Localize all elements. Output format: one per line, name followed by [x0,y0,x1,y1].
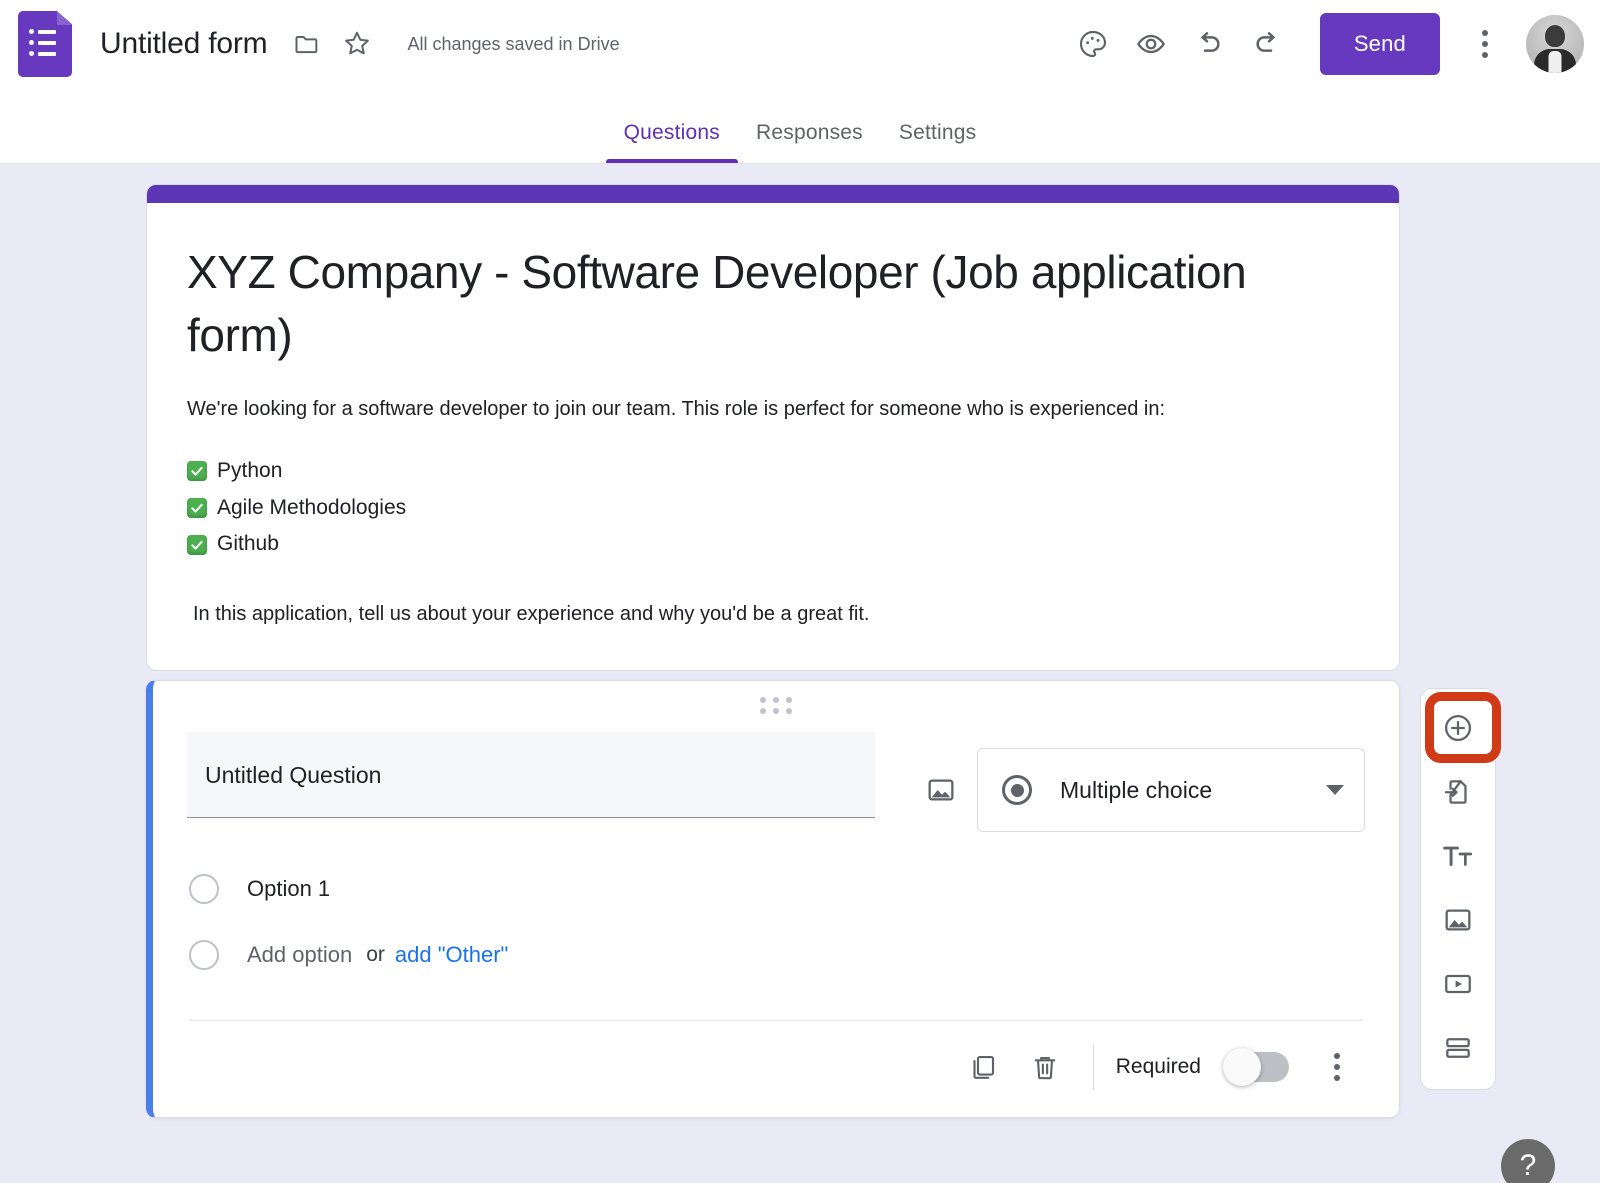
white-heavy-check-mark-icon [187,498,207,519]
more-vertical-icon[interactable] [1458,17,1512,71]
import-questions-icon[interactable] [1431,765,1485,819]
copy-icon[interactable] [955,1039,1011,1095]
add-image-icon[interactable] [1431,893,1485,947]
add-video-icon[interactable] [1431,957,1485,1011]
add-circle-icon[interactable] [1431,701,1485,755]
question-title-wrap [187,732,875,818]
tab-settings[interactable]: Settings [881,121,994,163]
image-icon[interactable] [913,762,969,818]
radio-outline-icon [189,940,219,970]
white-heavy-check-mark-icon [187,461,207,482]
radio-button-icon [1002,775,1032,805]
required-toggle[interactable] [1223,1048,1289,1086]
list-item: Github [187,526,1359,563]
google-forms-editor: Untitled form All changes saved in Drive [0,0,1600,1183]
top-app-bar: Untitled form All changes saved in Drive [0,0,1600,88]
send-button[interactable]: Send [1319,13,1440,75]
option-label[interactable]: Option 1 [247,876,330,902]
question-title-input[interactable] [187,732,875,818]
footer-separator [1092,1044,1094,1090]
form-header-card[interactable]: XYZ Company - Software Developer (Job ap… [146,184,1400,672]
skill-label: Agile Methodologies [217,495,407,519]
google-forms-icon[interactable] [18,11,72,77]
redo-icon[interactable] [1240,17,1294,71]
question-type-wrap: Multiple choice [977,748,1365,832]
drag-handle-dots-icon[interactable] [153,681,1399,714]
folder-icon[interactable] [287,24,327,64]
or-label: or [366,943,385,966]
list-item: Agile Methodologies [187,490,1359,527]
add-item-toolbar [1420,688,1496,1090]
add-option-row[interactable]: Add option or add "Other" [153,940,1399,970]
skill-label: Github [217,532,279,556]
skill-label: Python [217,458,283,482]
eye-icon[interactable] [1124,17,1178,71]
top-bar-actions: Send [1066,0,1584,88]
theme-stripe [147,185,1399,203]
document-title[interactable]: Untitled form [100,27,268,61]
form-description-closing[interactable]: In this application, tell us about your … [187,603,1359,626]
editor-tabs: Questions Responses Settings [0,88,1600,164]
question-type-select[interactable]: Multiple choice [977,748,1365,832]
add-title-icon[interactable] [1431,829,1485,883]
question-type-label: Multiple choice [1060,776,1213,803]
avatar-shirt [1548,51,1562,73]
add-section-icon[interactable] [1431,1021,1485,1075]
tab-responses[interactable]: Responses [738,121,881,163]
more-vertical-icon[interactable] [1309,1039,1365,1095]
question-footer: Required [153,1021,1399,1117]
account-avatar[interactable] [1526,15,1584,73]
palette-icon[interactable] [1066,17,1120,71]
undo-icon[interactable] [1182,17,1236,71]
logo-fold [57,11,72,25]
save-status: All changes saved in Drive [407,33,620,54]
tab-questions[interactable]: Questions [605,121,739,163]
trash-icon[interactable] [1017,1039,1073,1095]
question-top-row: Multiple choice [153,714,1399,832]
radio-outline-icon [189,874,219,904]
form-description[interactable]: We're looking for a software developer t… [187,394,1359,425]
avatar-head [1545,24,1565,47]
option-row[interactable]: Option 1 [153,874,1399,904]
list-item: Python [187,453,1359,490]
question-card[interactable]: Multiple choice Option 1 Add option or a… [146,680,1400,1118]
white-heavy-check-mark-icon [187,534,207,555]
form-canvas: XYZ Company - Software Developer (Job ap… [0,164,1600,1183]
add-option-label[interactable]: Add option [247,942,352,968]
add-other-link[interactable]: add "Other" [395,942,508,968]
chevron-down-icon[interactable] [1326,785,1344,795]
skills-list: Python Agile Methodologies Github [187,453,1359,563]
star-icon[interactable] [337,24,377,64]
form-title[interactable]: XYZ Company - Software Developer (Job ap… [187,241,1359,368]
logo-lines [29,29,56,62]
required-label: Required [1115,1055,1201,1078]
